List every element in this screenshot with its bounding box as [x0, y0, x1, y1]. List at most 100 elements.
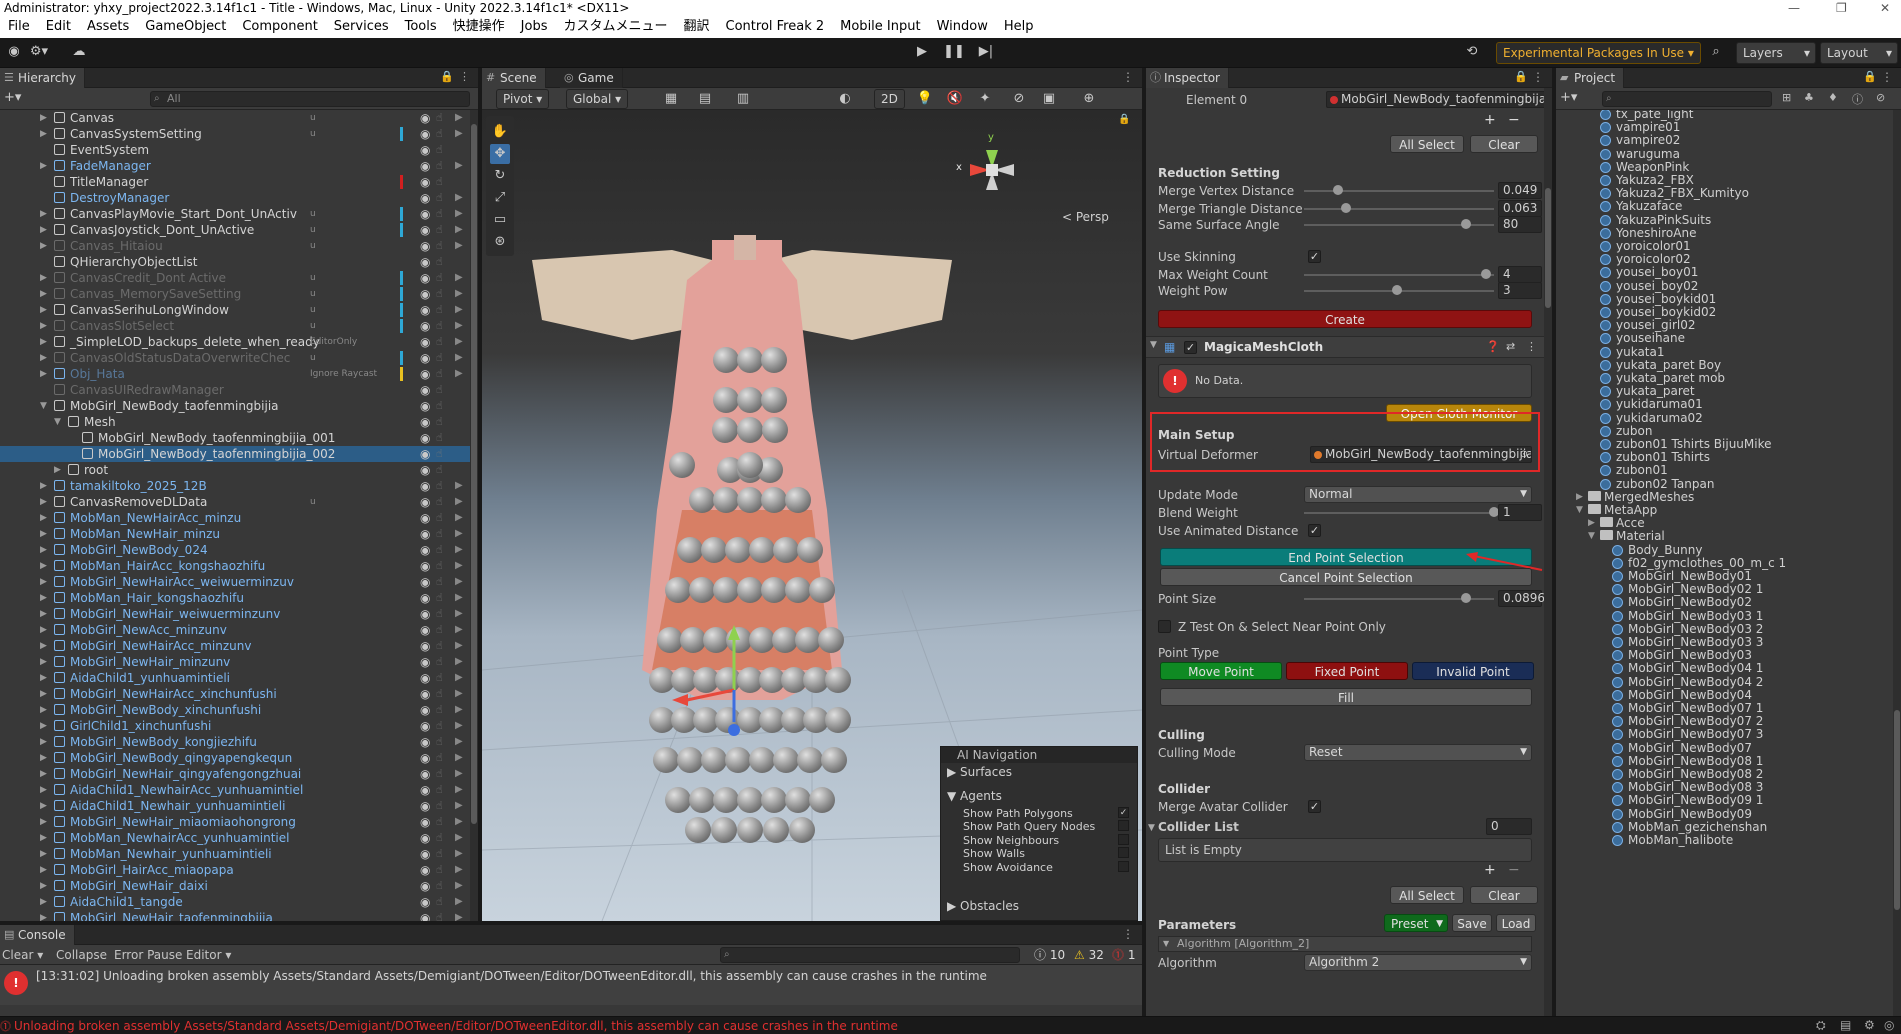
chevron-right-icon[interactable]: ▶: [455, 190, 463, 206]
blend-weight-slider[interactable]: [1304, 507, 1499, 517]
add-icon[interactable]: +▾: [4, 90, 21, 105]
visibility-eye-icon[interactable]: ◉: [420, 686, 430, 702]
grid-toggle-icon[interactable]: ▤: [694, 89, 716, 109]
chevron-right-icon[interactable]: ▶: [455, 286, 463, 302]
foldout-arrow-icon[interactable]: ▶: [40, 606, 47, 622]
scene-viewport[interactable]: y x < Persp 🔒 ✋ ✥ ↻ ⤢ ▭ ⊛ AI Navigation …: [482, 110, 1142, 921]
visibility-eye-icon[interactable]: ◉: [420, 814, 430, 830]
object-picker-icon[interactable]: ⊙: [1520, 447, 1528, 462]
visibility-eye-icon[interactable]: ◉: [420, 542, 430, 558]
visibility-eye-icon[interactable]: ◉: [420, 750, 430, 766]
chevron-right-icon[interactable]: ▶: [455, 590, 463, 606]
cloth-point-sphere[interactable]: [712, 417, 738, 443]
use-skinning-checkbox[interactable]: ✓: [1308, 250, 1321, 263]
inspector-scroll-thumb[interactable]: [1545, 188, 1551, 308]
pickable-icon[interactable]: ☝: [436, 334, 443, 350]
cloth-point-sphere[interactable]: [763, 817, 789, 843]
visibility-eye-icon[interactable]: ◉: [420, 734, 430, 750]
hierarchy-row[interactable]: DestroyManager ◉ ☝ ▶: [0, 190, 470, 206]
account-icon[interactable]: ◉: [4, 42, 24, 62]
scale-tool-icon[interactable]: ⤢: [490, 188, 510, 208]
foldout-arrow-icon[interactable]: ▶: [40, 158, 47, 174]
chevron-right-icon[interactable]: ▶: [455, 302, 463, 318]
cloth-point-sphere[interactable]: [685, 817, 711, 843]
rect-tool-icon[interactable]: ▭: [490, 210, 510, 230]
hierarchy-row[interactable]: ▶ Canvas_Hitaiou u ◉ ☝ ▶: [0, 238, 470, 254]
hierarchy-row[interactable]: ▶ MobGirl_NewHair_weiwuerminzunv ◉ ☝ ▶: [0, 606, 470, 622]
visibility-eye-icon[interactable]: ◉: [420, 670, 430, 686]
foldout-arrow-icon[interactable]: ▶: [40, 910, 47, 921]
hierarchy-row[interactable]: ▶ AidaChild1_Newhair_yunhuamintieli ◉ ☝ ▶: [0, 798, 470, 814]
hierarchy-row[interactable]: ▶ CanvasSystemSetting u ◉ ☝ ▶: [0, 126, 470, 142]
visibility-eye-icon[interactable]: ◉: [420, 398, 430, 414]
pickable-icon[interactable]: ☝: [436, 638, 443, 654]
hierarchy-row[interactable]: QHierarchyObjectList ◉ ☝: [0, 254, 470, 270]
menu-item-11[interactable]: Control Freak 2: [718, 16, 833, 38]
foldout-arrow-icon[interactable]: ▶: [40, 110, 47, 126]
rotate-tool-icon[interactable]: ↻: [490, 166, 510, 186]
foldout-arrow-icon[interactable]: ▶: [40, 526, 47, 542]
snap-grid-icon[interactable]: ▦: [660, 89, 682, 109]
foldout-arrow-icon[interactable]: ▶: [40, 798, 47, 814]
hierarchy-row[interactable]: ▶ CanvasPlayMovie_Start_Dont_UnActiv u ◉ ☝ ▶: [0, 206, 470, 222]
hierarchy-row[interactable]: ▼ MobGirl_NewBody_taofenmingbijia ◉ ☝: [0, 398, 470, 414]
hierarchy-row[interactable]: ▶ Obj_Hata Ignore Raycast ◉ ☝ ▶: [0, 366, 470, 382]
cloth-point-sphere[interactable]: [761, 577, 787, 603]
more-options-icon[interactable]: ⋮: [459, 70, 470, 83]
visibility-eye-icon[interactable]: ◉: [420, 830, 430, 846]
error-pause-button[interactable]: Error Pause: [114, 945, 182, 965]
invalid-point-button[interactable]: Invalid Point: [1412, 662, 1534, 680]
pickable-icon[interactable]: ☝: [436, 446, 443, 462]
pickable-icon[interactable]: ☝: [436, 158, 443, 174]
error-count-toggle[interactable]: ⓵ 1: [1112, 945, 1135, 965]
pickable-icon[interactable]: ☝: [436, 718, 443, 734]
visibility-eye-icon[interactable]: ◉: [420, 654, 430, 670]
cloth-point-sphere[interactable]: [761, 347, 787, 373]
hierarchy-search-input[interactable]: ⌕ All: [150, 91, 470, 107]
chevron-right-icon[interactable]: ▶: [455, 798, 463, 814]
cloth-point-sphere[interactable]: [794, 627, 821, 653]
hierarchy-row[interactable]: ▶ MobGirl_NewHairAcc_minzunv ◉ ☝ ▶: [0, 638, 470, 654]
hierarchy-row[interactable]: ▶ MobGirl_HairAcc_miaopapa ◉ ☝ ▶: [0, 862, 470, 878]
hierarchy-row[interactable]: EventSystem ◉ ☝: [0, 142, 470, 158]
hierarchy-row[interactable]: ▶ AidaChild1_tangde ◉ ☝ ▶: [0, 894, 470, 910]
cloth-point-sphere[interactable]: [797, 537, 823, 563]
pickable-icon[interactable]: ☝: [436, 286, 443, 302]
add-element-button[interactable]: +: [1484, 112, 1496, 128]
chevron-right-icon[interactable]: ▶: [455, 238, 463, 254]
remove-collider-button[interactable]: −: [1508, 862, 1520, 878]
pivot-dropdown[interactable]: Pivot ▾: [496, 89, 550, 109]
foldout-arrow-icon[interactable]: ▼: [40, 398, 47, 414]
tab-inspector[interactable]: ⓘ Inspector: [1146, 68, 1229, 88]
cloth-point-sphere[interactable]: [762, 417, 788, 443]
same-surface-slider[interactable]: [1304, 219, 1494, 229]
cloth-point-sphere[interactable]: [713, 387, 739, 413]
hierarchy-row[interactable]: ▼ Mesh ◉ ☝: [0, 414, 470, 430]
menu-item-9[interactable]: カスタムメニュー: [555, 16, 675, 38]
cloth-point-sphere[interactable]: [701, 537, 727, 563]
hierarchy-row[interactable]: ▶ _SimpleLOD_backups_delete_when_ready Edi…: [0, 334, 470, 350]
update-mode-dropdown[interactable]: Normal ▼: [1304, 486, 1532, 503]
visibility-eye-icon[interactable]: ◉: [420, 846, 430, 862]
cloth-point-sphere[interactable]: [713, 487, 739, 513]
foldout-arrow-icon[interactable]: ▶: [40, 494, 47, 510]
visibility-eye-icon[interactable]: ◉: [420, 222, 430, 238]
foldout-arrow-icon[interactable]: ▶: [40, 670, 47, 686]
chevron-right-icon[interactable]: ▶: [455, 878, 463, 894]
search-icon[interactable]: ⌕: [1706, 42, 1726, 62]
foldout-arrow-icon[interactable]: ▶: [40, 270, 47, 286]
add-collider-button[interactable]: +: [1484, 862, 1496, 878]
foldout-arrow-icon[interactable]: ▶: [40, 734, 47, 750]
pickable-icon[interactable]: ☝: [436, 830, 443, 846]
pickable-icon[interactable]: ☝: [436, 510, 443, 526]
foldout-arrow-icon[interactable]: ▶: [40, 350, 47, 366]
chevron-right-icon[interactable]: ▶: [455, 542, 463, 558]
menu-item-5[interactable]: Services: [326, 16, 397, 38]
ai-nav-option[interactable]: Show Walls: [963, 847, 1133, 861]
fixed-point-button[interactable]: Fixed Point: [1286, 662, 1408, 680]
same-surface-field[interactable]: 80: [1498, 216, 1542, 233]
cloth-point-sphere[interactable]: [789, 817, 815, 843]
hierarchy-row[interactable]: MobGirl_NewBody_taofenmingbijia_002 ◉ ☝: [0, 446, 470, 462]
hierarchy-row[interactable]: ▶ MobGirl_NewHair_taofenmingbijia ◉ ☝ ▶: [0, 910, 470, 921]
cloth-point-sphere[interactable]: [669, 452, 695, 478]
